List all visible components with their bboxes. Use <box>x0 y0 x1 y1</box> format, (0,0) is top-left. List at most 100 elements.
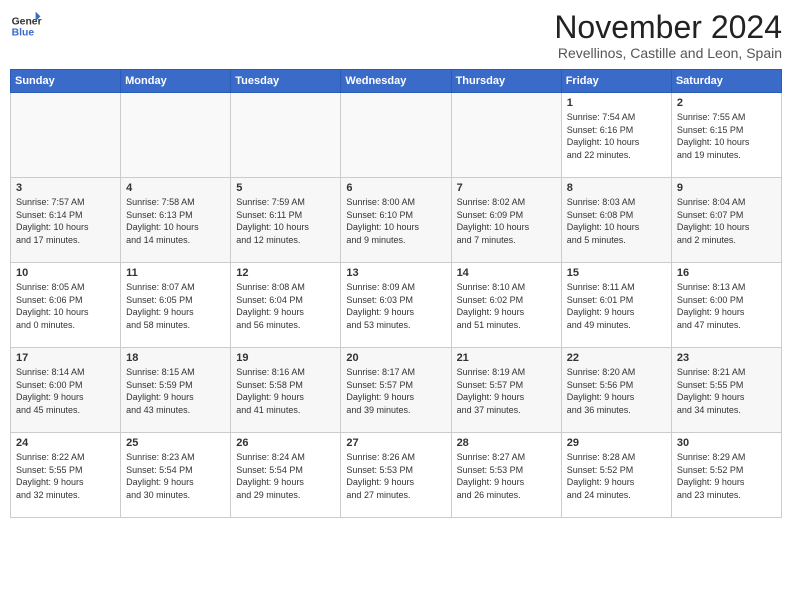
day-number: 15 <box>567 267 666 279</box>
weekday-header-wednesday: Wednesday <box>341 70 451 93</box>
day-number: 19 <box>236 352 335 364</box>
calendar-day-cell: 6 Sunrise: 8:00 AM Sunset: 6:10 PM Daylig… <box>341 178 451 263</box>
calendar-day-cell: 20 Sunrise: 8:17 AM Sunset: 5:57 PM Dayli… <box>341 348 451 433</box>
day-info: Sunrise: 8:10 AM Sunset: 6:02 PM Dayligh… <box>457 281 556 331</box>
calendar-day-cell: 14 Sunrise: 8:10 AM Sunset: 6:02 PM Dayli… <box>451 263 561 348</box>
day-info: Sunrise: 7:59 AM Sunset: 6:11 PM Dayligh… <box>236 196 335 246</box>
day-number: 8 <box>567 182 666 194</box>
weekday-header-sunday: Sunday <box>11 70 121 93</box>
day-info: Sunrise: 8:00 AM Sunset: 6:10 PM Dayligh… <box>346 196 445 246</box>
day-number: 27 <box>346 437 445 449</box>
day-number: 17 <box>16 352 115 364</box>
day-number: 11 <box>126 267 225 279</box>
day-info: Sunrise: 8:15 AM Sunset: 5:59 PM Dayligh… <box>126 366 225 416</box>
day-info: Sunrise: 8:05 AM Sunset: 6:06 PM Dayligh… <box>16 281 115 331</box>
calendar-day-cell: 10 Sunrise: 8:05 AM Sunset: 6:06 PM Dayli… <box>11 263 121 348</box>
day-info: Sunrise: 8:27 AM Sunset: 5:53 PM Dayligh… <box>457 451 556 501</box>
day-info: Sunrise: 8:03 AM Sunset: 6:08 PM Dayligh… <box>567 196 666 246</box>
day-info: Sunrise: 8:28 AM Sunset: 5:52 PM Dayligh… <box>567 451 666 501</box>
day-info: Sunrise: 8:22 AM Sunset: 5:55 PM Dayligh… <box>16 451 115 501</box>
day-info: Sunrise: 8:20 AM Sunset: 5:56 PM Dayligh… <box>567 366 666 416</box>
day-number: 1 <box>567 97 666 109</box>
calendar-day-cell: 24 Sunrise: 8:22 AM Sunset: 5:55 PM Dayli… <box>11 433 121 518</box>
day-info: Sunrise: 8:02 AM Sunset: 6:09 PM Dayligh… <box>457 196 556 246</box>
calendar-day-cell: 22Sunrise: 8:20 AM Sunset: 5:56 PM Dayli… <box>561 348 671 433</box>
logo-icon: General Blue <box>10 10 42 42</box>
calendar-week-row: 1 Sunrise: 7:54 AM Sunset: 6:16 PM Daylig… <box>11 93 782 178</box>
day-info: Sunrise: 8:24 AM Sunset: 5:54 PM Dayligh… <box>236 451 335 501</box>
day-number: 26 <box>236 437 335 449</box>
calendar-week-row: 10 Sunrise: 8:05 AM Sunset: 6:06 PM Dayli… <box>11 263 782 348</box>
calendar-day-cell <box>121 93 231 178</box>
day-number: 23 <box>677 352 776 364</box>
title-area: November 2024 Revellinos, Castille and L… <box>554 10 782 61</box>
day-info: Sunrise: 8:04 AM Sunset: 6:07 PM Dayligh… <box>677 196 776 246</box>
day-number: 10 <box>16 267 115 279</box>
day-number: 3 <box>16 182 115 194</box>
calendar-day-cell: 30 Sunrise: 8:29 AM Sunset: 5:52 PM Dayli… <box>671 433 781 518</box>
day-info: Sunrise: 8:09 AM Sunset: 6:03 PM Dayligh… <box>346 281 445 331</box>
calendar-day-cell: 7 Sunrise: 8:02 AM Sunset: 6:09 PM Daylig… <box>451 178 561 263</box>
day-number: 13 <box>346 267 445 279</box>
day-number: 9 <box>677 182 776 194</box>
day-number: 6 <box>346 182 445 194</box>
day-info: Sunrise: 7:55 AM Sunset: 6:15 PM Dayligh… <box>677 111 776 161</box>
calendar-day-cell: 3 Sunrise: 7:57 AM Sunset: 6:14 PM Daylig… <box>11 178 121 263</box>
calendar-week-row: 24 Sunrise: 8:22 AM Sunset: 5:55 PM Dayli… <box>11 433 782 518</box>
day-number: 21 <box>457 352 556 364</box>
calendar-day-cell <box>231 93 341 178</box>
day-number: 14 <box>457 267 556 279</box>
day-info: Sunrise: 8:26 AM Sunset: 5:53 PM Dayligh… <box>346 451 445 501</box>
day-number: 28 <box>457 437 556 449</box>
calendar-day-cell: 4Sunrise: 7:58 AM Sunset: 6:13 PM Daylig… <box>121 178 231 263</box>
day-number: 16 <box>677 267 776 279</box>
calendar-day-cell: 5 Sunrise: 7:59 AM Sunset: 6:11 PM Daylig… <box>231 178 341 263</box>
day-number: 7 <box>457 182 556 194</box>
calendar-day-cell <box>341 93 451 178</box>
calendar-day-cell: 28 Sunrise: 8:27 AM Sunset: 5:53 PM Dayli… <box>451 433 561 518</box>
day-number: 30 <box>677 437 776 449</box>
calendar-day-cell: 11Sunrise: 8:07 AM Sunset: 6:05 PM Dayli… <box>121 263 231 348</box>
calendar-day-cell: 17 Sunrise: 8:14 AM Sunset: 6:00 PM Dayli… <box>11 348 121 433</box>
calendar-week-row: 17 Sunrise: 8:14 AM Sunset: 6:00 PM Dayli… <box>11 348 782 433</box>
day-number: 5 <box>236 182 335 194</box>
day-number: 18 <box>126 352 225 364</box>
calendar-day-cell: 23Sunrise: 8:21 AM Sunset: 5:55 PM Dayli… <box>671 348 781 433</box>
weekday-header-thursday: Thursday <box>451 70 561 93</box>
calendar-day-cell: 16 Sunrise: 8:13 AM Sunset: 6:00 PM Dayli… <box>671 263 781 348</box>
day-info: Sunrise: 8:14 AM Sunset: 6:00 PM Dayligh… <box>16 366 115 416</box>
weekday-header-saturday: Saturday <box>671 70 781 93</box>
day-number: 24 <box>16 437 115 449</box>
day-info: Sunrise: 8:13 AM Sunset: 6:00 PM Dayligh… <box>677 281 776 331</box>
calendar-day-cell: 18 Sunrise: 8:15 AM Sunset: 5:59 PM Dayli… <box>121 348 231 433</box>
day-number: 20 <box>346 352 445 364</box>
calendar-day-cell <box>451 93 561 178</box>
logo: General Blue <box>10 10 42 42</box>
calendar-day-cell: 2 Sunrise: 7:55 AM Sunset: 6:15 PM Daylig… <box>671 93 781 178</box>
calendar-day-cell: 29 Sunrise: 8:28 AM Sunset: 5:52 PM Dayli… <box>561 433 671 518</box>
day-number: 12 <box>236 267 335 279</box>
header: General Blue November 2024 Revellinos, C… <box>10 10 782 61</box>
location-title: Revellinos, Castille and Leon, Spain <box>554 45 782 61</box>
weekday-header-friday: Friday <box>561 70 671 93</box>
weekday-header-tuesday: Tuesday <box>231 70 341 93</box>
calendar-table: SundayMondayTuesdayWednesdayThursdayFrid… <box>10 69 782 518</box>
calendar-day-cell: 9 Sunrise: 8:04 AM Sunset: 6:07 PM Daylig… <box>671 178 781 263</box>
calendar-day-cell: 27 Sunrise: 8:26 AM Sunset: 5:53 PM Dayli… <box>341 433 451 518</box>
svg-text:Blue: Blue <box>12 28 35 39</box>
day-info: Sunrise: 7:57 AM Sunset: 6:14 PM Dayligh… <box>16 196 115 246</box>
calendar-day-cell: 12Sunrise: 8:08 AM Sunset: 6:04 PM Dayli… <box>231 263 341 348</box>
calendar-day-cell: 25Sunrise: 8:23 AM Sunset: 5:54 PM Dayli… <box>121 433 231 518</box>
day-info: Sunrise: 8:29 AM Sunset: 5:52 PM Dayligh… <box>677 451 776 501</box>
day-info: Sunrise: 8:19 AM Sunset: 5:57 PM Dayligh… <box>457 366 556 416</box>
day-number: 25 <box>126 437 225 449</box>
day-number: 4 <box>126 182 225 194</box>
day-number: 2 <box>677 97 776 109</box>
day-info: Sunrise: 7:54 AM Sunset: 6:16 PM Dayligh… <box>567 111 666 161</box>
calendar-day-cell: 15Sunrise: 8:11 AM Sunset: 6:01 PM Dayli… <box>561 263 671 348</box>
day-number: 29 <box>567 437 666 449</box>
day-info: Sunrise: 8:16 AM Sunset: 5:58 PM Dayligh… <box>236 366 335 416</box>
day-info: Sunrise: 8:17 AM Sunset: 5:57 PM Dayligh… <box>346 366 445 416</box>
calendar-day-cell: 26 Sunrise: 8:24 AM Sunset: 5:54 PM Dayli… <box>231 433 341 518</box>
calendar-day-cell: 1 Sunrise: 7:54 AM Sunset: 6:16 PM Daylig… <box>561 93 671 178</box>
